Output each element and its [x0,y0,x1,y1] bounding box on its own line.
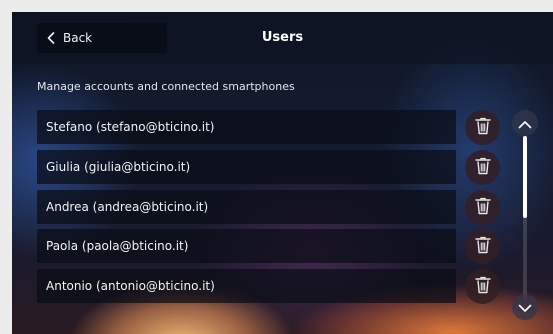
user-label: Antonio (antonio@bticino.it) [46,279,215,293]
users-screen: Back Users Manage accounts and connected… [12,12,553,334]
trash-icon [474,197,491,219]
scrollbar-thumb[interactable] [523,136,527,218]
user-row-paola[interactable]: Paola (paola@bticino.it) [37,229,456,263]
delete-user-button-giulia[interactable] [465,150,500,185]
header-bar: Back Users [12,12,553,64]
chevron-up-icon [518,114,532,133]
user-row-giulia[interactable]: Giulia (giulia@bticino.it) [37,150,456,184]
trash-icon [474,117,491,139]
user-label: Paola (paola@bticino.it) [46,239,189,253]
trash-icon [474,157,491,179]
user-label: Giulia (giulia@bticino.it) [46,160,191,174]
delete-user-button-stefano[interactable] [465,110,500,145]
user-label: Andrea (andrea@bticino.it) [46,200,209,214]
scroll-down-button[interactable] [512,294,538,320]
scroll-up-button[interactable] [512,110,538,136]
delete-user-button-paola[interactable] [465,229,500,264]
page-subtitle: Manage accounts and connected smartphone… [37,80,295,93]
chevron-down-icon [518,298,532,317]
user-label: Stefano (stefano@bticino.it) [46,120,215,134]
trash-icon [474,236,491,258]
trash-icon [474,276,491,298]
user-row-antonio[interactable]: Antonio (antonio@bticino.it) [37,269,456,303]
user-row-andrea[interactable]: Andrea (andrea@bticino.it) [37,190,456,224]
delete-user-button-andrea[interactable] [465,190,500,225]
scrollbar-track[interactable] [523,136,527,300]
user-row-stefano[interactable]: Stefano (stefano@bticino.it) [37,110,456,144]
page-title: Users [261,30,304,45]
delete-user-button-antonio[interactable] [465,269,500,304]
